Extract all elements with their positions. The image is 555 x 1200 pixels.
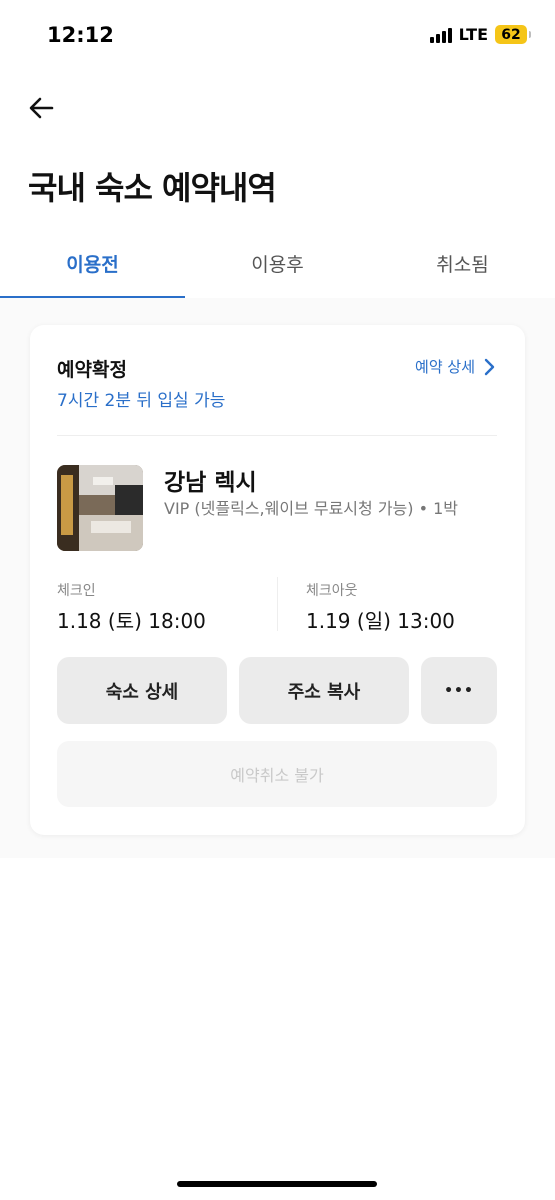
divider bbox=[57, 435, 497, 436]
reservation-detail-link[interactable]: 예약 상세 bbox=[415, 356, 495, 377]
back-arrow-icon bbox=[29, 97, 54, 119]
battery-icon: 62 bbox=[495, 25, 531, 44]
status-indicators: LTE 62 bbox=[429, 25, 531, 44]
network-label: LTE bbox=[458, 25, 488, 44]
more-icon: ••• bbox=[444, 682, 474, 699]
checkin-countdown: 7시간 2분 뒤 입실 가능 bbox=[57, 391, 226, 411]
checkin-label: 체크인 bbox=[57, 583, 96, 599]
home-indicator bbox=[177, 1181, 377, 1187]
battery-level: 62 bbox=[501, 26, 521, 43]
status-bar: 12:12 LTE 62 bbox=[0, 0, 555, 70]
reservation-status: 예약확정 bbox=[57, 359, 127, 381]
page-title: 국내 숙소 예약내역 bbox=[28, 169, 277, 207]
checkout-label: 체크아웃 bbox=[306, 583, 358, 599]
tab-cancelled[interactable]: 취소됨 bbox=[370, 230, 555, 296]
reservation-detail-label: 예약 상세 bbox=[415, 358, 475, 376]
hotel-thumbnail[interactable] bbox=[57, 465, 143, 551]
chevron-right-icon bbox=[484, 358, 495, 375]
back-button[interactable] bbox=[22, 88, 62, 128]
tab-after-use[interactable]: 이용후 bbox=[185, 230, 370, 296]
room-info: VIP (넷플릭스,웨이브 무료시청 가능) • 1박 bbox=[164, 499, 459, 518]
more-options-button[interactable]: ••• bbox=[421, 657, 497, 724]
status-time: 12:12 bbox=[47, 23, 114, 47]
checkout-value: 1.19 (일) 13:00 bbox=[306, 609, 455, 633]
hotel-name[interactable]: 강남 렉시 bbox=[164, 463, 257, 497]
signal-icon bbox=[429, 27, 452, 43]
tab-bar: 이용전 이용후 취소됨 bbox=[0, 230, 555, 299]
reservation-card: 예약확정 7시간 2분 뒤 입실 가능 예약 상세 강남 렉시 VIP (넷플릭… bbox=[30, 325, 525, 835]
copy-address-button[interactable]: 주소 복사 bbox=[239, 657, 409, 724]
date-divider bbox=[277, 577, 278, 631]
checkin-value: 1.18 (토) 18:00 bbox=[57, 609, 206, 633]
tab-before-use[interactable]: 이용전 bbox=[0, 230, 185, 296]
hotel-detail-button[interactable]: 숙소 상세 bbox=[57, 657, 227, 724]
cancel-reservation-button: 예약취소 불가 bbox=[57, 741, 497, 807]
